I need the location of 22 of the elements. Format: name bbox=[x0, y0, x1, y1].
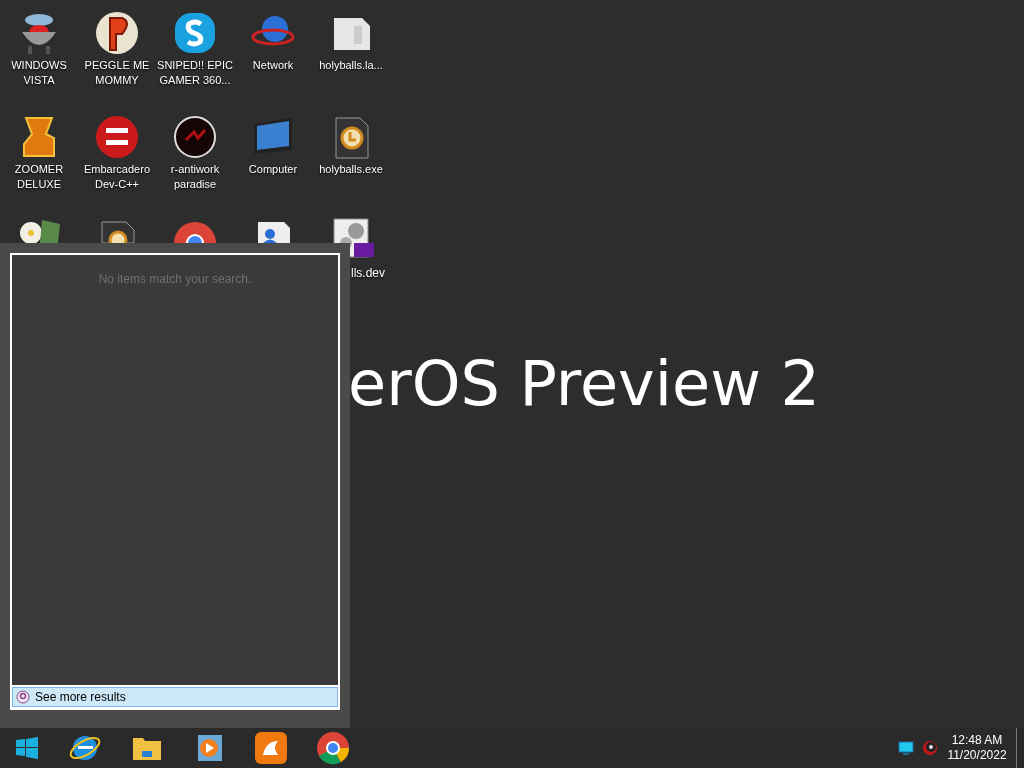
icon-label: Computer bbox=[247, 162, 299, 177]
icon-label: r-antiwork paradise bbox=[169, 162, 221, 192]
icon-label: PEGGLE ME MOMMY bbox=[83, 58, 151, 88]
letter-p-icon bbox=[94, 10, 140, 56]
icon-label: ZOOMER DELUXE bbox=[13, 162, 65, 192]
icon-label: holyballs.la... bbox=[318, 58, 384, 73]
icon-label: Embarcadero Dev-C++ bbox=[82, 162, 151, 192]
icon-label: holyballs.exe bbox=[318, 162, 384, 177]
wallpaper-title: erOS Preview 2 bbox=[348, 348, 820, 420]
icon-label: lls.dev bbox=[351, 266, 385, 281]
chrome-icon[interactable] bbox=[316, 731, 350, 765]
webcam-icon[interactable] bbox=[922, 740, 938, 756]
icon-label: Network bbox=[251, 58, 295, 73]
chat-icon bbox=[172, 10, 218, 56]
see-more-results-button[interactable]: See more results bbox=[12, 687, 338, 707]
windows-logo-icon[interactable] bbox=[16, 737, 38, 759]
monitor-icon[interactable] bbox=[898, 740, 914, 756]
icon-label: WINDOWS VISTA bbox=[10, 58, 68, 88]
circle-emblem-icon bbox=[172, 114, 218, 160]
clock[interactable]: 12:48 AM 11/20/2022 bbox=[938, 733, 1016, 763]
icon-label: SNIPED!! EPIC GAMER 360... bbox=[156, 58, 234, 88]
search-icon bbox=[16, 690, 30, 704]
